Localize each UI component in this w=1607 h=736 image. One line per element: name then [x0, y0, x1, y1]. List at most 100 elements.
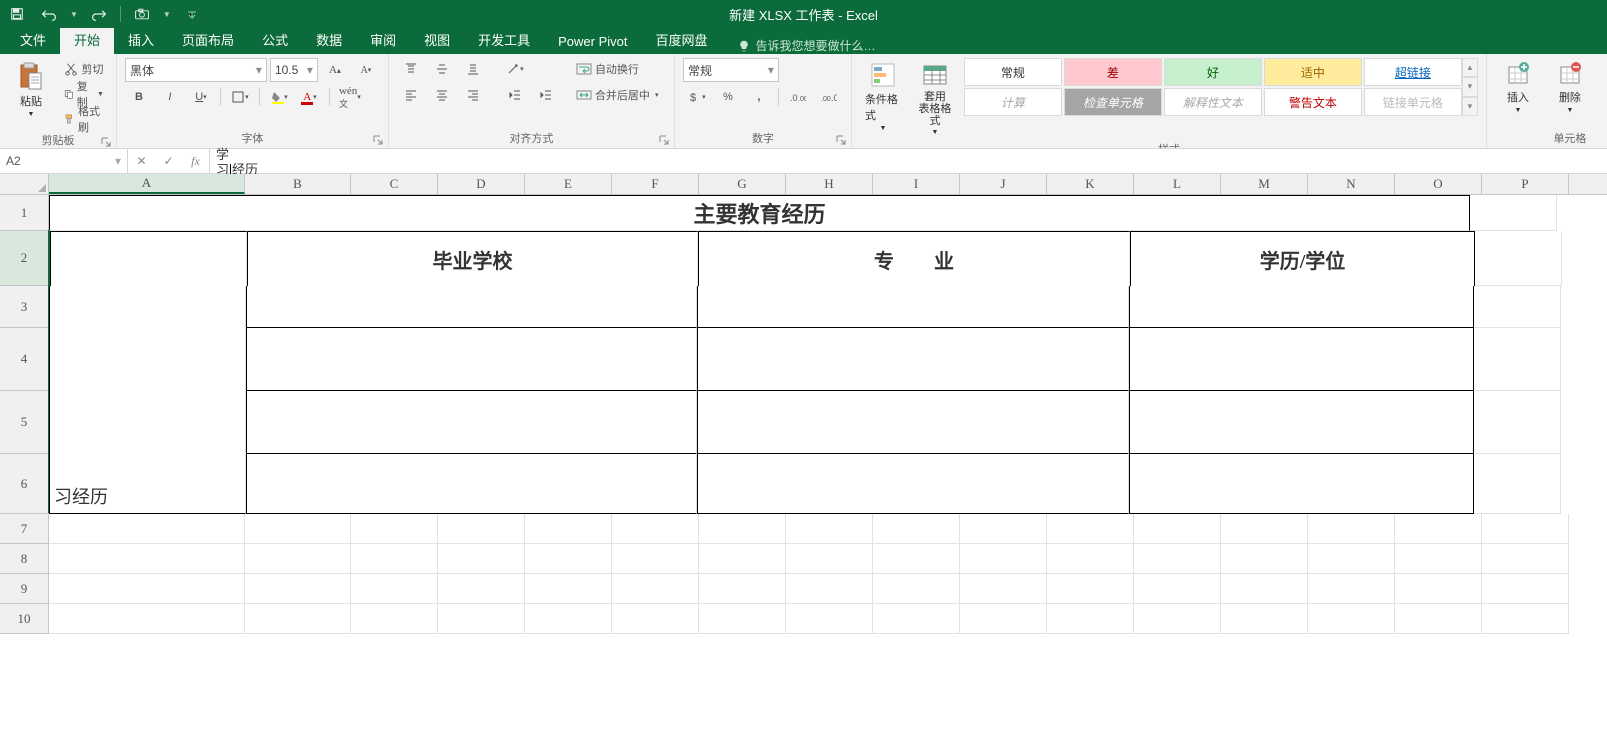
- cell[interactable]: [873, 574, 960, 604]
- col-header-M[interactable]: M: [1221, 174, 1308, 194]
- col-header-B[interactable]: B: [245, 174, 351, 194]
- qat-customize-icon[interactable]: [181, 3, 203, 25]
- dialog-launcher-icon[interactable]: [658, 134, 670, 146]
- cell[interactable]: [697, 328, 1129, 391]
- col-header-L[interactable]: L: [1134, 174, 1221, 194]
- tab-formulas[interactable]: 公式: [248, 24, 302, 54]
- cell[interactable]: [246, 328, 697, 391]
- cell[interactable]: [525, 604, 612, 634]
- shrink-font-button[interactable]: A▾: [352, 59, 380, 81]
- cell[interactable]: [960, 514, 1047, 544]
- tab-review[interactable]: 审阅: [356, 24, 410, 54]
- tab-baidu[interactable]: 百度网盘: [642, 24, 722, 54]
- cell[interactable]: [786, 514, 873, 544]
- cell[interactable]: [49, 574, 245, 604]
- tab-file[interactable]: 文件: [6, 24, 60, 54]
- insert-cells-button[interactable]: 插入▼: [1495, 58, 1541, 117]
- bold-button[interactable]: B: [125, 86, 153, 108]
- row-header-6[interactable]: 6: [0, 454, 49, 514]
- cell[interactable]: [612, 574, 699, 604]
- cell[interactable]: [697, 454, 1129, 514]
- tab-powerpivot[interactable]: Power Pivot: [544, 28, 641, 54]
- col-header-F[interactable]: F: [612, 174, 699, 194]
- cell[interactable]: [351, 544, 438, 574]
- cell[interactable]: [699, 544, 786, 574]
- cell[interactable]: [49, 286, 246, 328]
- cell[interactable]: [1129, 286, 1474, 328]
- cell[interactable]: [960, 574, 1047, 604]
- cell[interactable]: [49, 514, 245, 544]
- col-header-G[interactable]: G: [699, 174, 786, 194]
- style-check[interactable]: 检查单元格: [1064, 88, 1162, 116]
- cell[interactable]: [1047, 574, 1134, 604]
- cell[interactable]: [351, 574, 438, 604]
- cell[interactable]: [612, 544, 699, 574]
- col-header-N[interactable]: N: [1308, 174, 1395, 194]
- dialog-launcher-icon[interactable]: [835, 134, 847, 146]
- chevron-down-icon[interactable]: ▼: [70, 10, 78, 19]
- style-hyperlink[interactable]: 超链接: [1364, 58, 1462, 86]
- cell[interactable]: [351, 604, 438, 634]
- font-name-combo[interactable]: 黑体▾: [125, 58, 267, 82]
- cell[interactable]: [1308, 514, 1395, 544]
- cell[interactable]: [612, 604, 699, 634]
- cell[interactable]: [1221, 604, 1308, 634]
- formula-bar[interactable]: 学 习经历: [210, 149, 1607, 173]
- cell[interactable]: [1482, 604, 1569, 634]
- align-left-button[interactable]: [397, 84, 425, 106]
- wrap-text-button[interactable]: 自动换行: [572, 58, 666, 80]
- cell[interactable]: [1221, 544, 1308, 574]
- col-header-P[interactable]: P: [1482, 174, 1569, 194]
- tab-devtools[interactable]: 开发工具: [464, 24, 544, 54]
- row-header-10[interactable]: 10: [0, 604, 49, 634]
- cell[interactable]: [351, 514, 438, 544]
- cell[interactable]: [960, 544, 1047, 574]
- row-header-9[interactable]: 9: [0, 574, 49, 604]
- row-header-3[interactable]: 3: [0, 286, 49, 328]
- col-header-H[interactable]: H: [786, 174, 873, 194]
- cell[interactable]: [1395, 544, 1482, 574]
- style-normal[interactable]: 常规: [964, 58, 1062, 86]
- cell[interactable]: [873, 514, 960, 544]
- decrease-decimal-button[interactable]: .00.0: [815, 86, 843, 108]
- style-calc[interactable]: 计算: [964, 88, 1062, 116]
- row-header-5[interactable]: 5: [0, 391, 49, 454]
- cell[interactable]: [1395, 514, 1482, 544]
- indent-decrease-button[interactable]: [501, 84, 529, 106]
- cell[interactable]: [1474, 454, 1561, 514]
- cell[interactable]: 毕业学校: [247, 231, 698, 286]
- cell[interactable]: [699, 604, 786, 634]
- cell[interactable]: [612, 514, 699, 544]
- format-as-table-button[interactable]: 套用 表格格式▼: [912, 58, 958, 139]
- cell[interactable]: [1474, 391, 1561, 454]
- col-header-J[interactable]: J: [960, 174, 1047, 194]
- cell[interactable]: 学历/学位: [1130, 231, 1475, 286]
- style-warning[interactable]: 警告文本: [1264, 88, 1362, 116]
- name-box[interactable]: A2▾: [0, 149, 128, 173]
- cancel-edit-button[interactable]: ✕: [128, 154, 155, 168]
- style-explanatory[interactable]: 解释性文本: [1164, 88, 1262, 116]
- cell[interactable]: [245, 574, 351, 604]
- save-icon[interactable]: [6, 3, 28, 25]
- cell[interactable]: [1134, 544, 1221, 574]
- cell[interactable]: [1474, 286, 1561, 328]
- cell[interactable]: [1482, 544, 1569, 574]
- copy-button[interactable]: 复制▼: [60, 83, 108, 105]
- cell[interactable]: [697, 391, 1129, 454]
- undo-icon[interactable]: [38, 3, 60, 25]
- cell[interactable]: [1221, 514, 1308, 544]
- style-linked-cell[interactable]: 链接单元格: [1364, 88, 1462, 116]
- cell[interactable]: [1482, 574, 1569, 604]
- row-header-8[interactable]: 8: [0, 544, 49, 574]
- row-header-2[interactable]: 2: [0, 231, 50, 286]
- insert-function-button[interactable]: fx: [182, 154, 209, 169]
- cell[interactable]: [1475, 231, 1562, 286]
- cell[interactable]: [1474, 328, 1561, 391]
- grow-font-button[interactable]: A▴: [321, 59, 349, 81]
- cell[interactable]: [786, 544, 873, 574]
- cell[interactable]: [960, 604, 1047, 634]
- cell[interactable]: [525, 574, 612, 604]
- cell[interactable]: [245, 604, 351, 634]
- cell[interactable]: [246, 454, 697, 514]
- cell[interactable]: [1308, 574, 1395, 604]
